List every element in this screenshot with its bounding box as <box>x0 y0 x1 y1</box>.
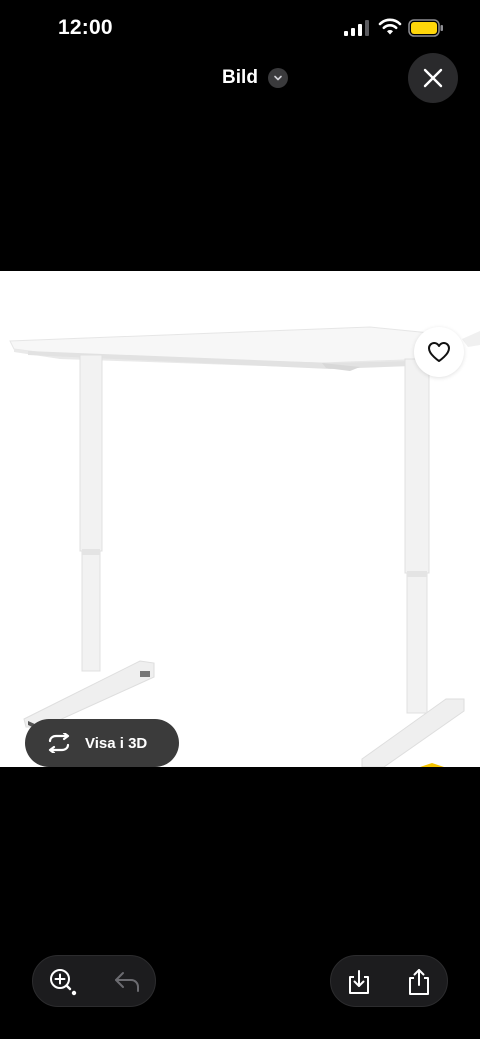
view-3d-button[interactable]: Visa i 3D <box>25 719 179 767</box>
share-icon <box>409 969 429 995</box>
save-button[interactable] <box>343 966 375 998</box>
undo-icon <box>115 972 139 992</box>
rotate-3d-icon <box>48 733 70 753</box>
view-3d-label: Visa i 3D <box>85 734 148 752</box>
close-button[interactable] <box>408 53 458 103</box>
page-title: Bild <box>222 67 258 88</box>
save-icon <box>349 970 369 994</box>
signal-icon <box>344 20 369 36</box>
share-button[interactable] <box>403 966 435 998</box>
zoom-in-button[interactable] <box>47 966 79 998</box>
wifi-icon <box>378 18 402 35</box>
zoom-in-icon <box>50 969 77 996</box>
status-time: 12:00 <box>58 16 113 39</box>
close-icon <box>423 68 443 88</box>
battery-icon <box>408 19 443 37</box>
favorite-button[interactable] <box>414 327 464 377</box>
desk-illustration <box>9 326 480 767</box>
undo-button[interactable] <box>111 966 143 998</box>
toolbar-right <box>330 955 448 1007</box>
heart-icon <box>428 342 450 362</box>
product-image[interactable]: Visa i 3D <box>0 271 480 767</box>
status-bar: 12:00 <box>0 0 480 56</box>
chevron-down-icon <box>267 68 288 88</box>
toolbar-left <box>32 955 156 1007</box>
